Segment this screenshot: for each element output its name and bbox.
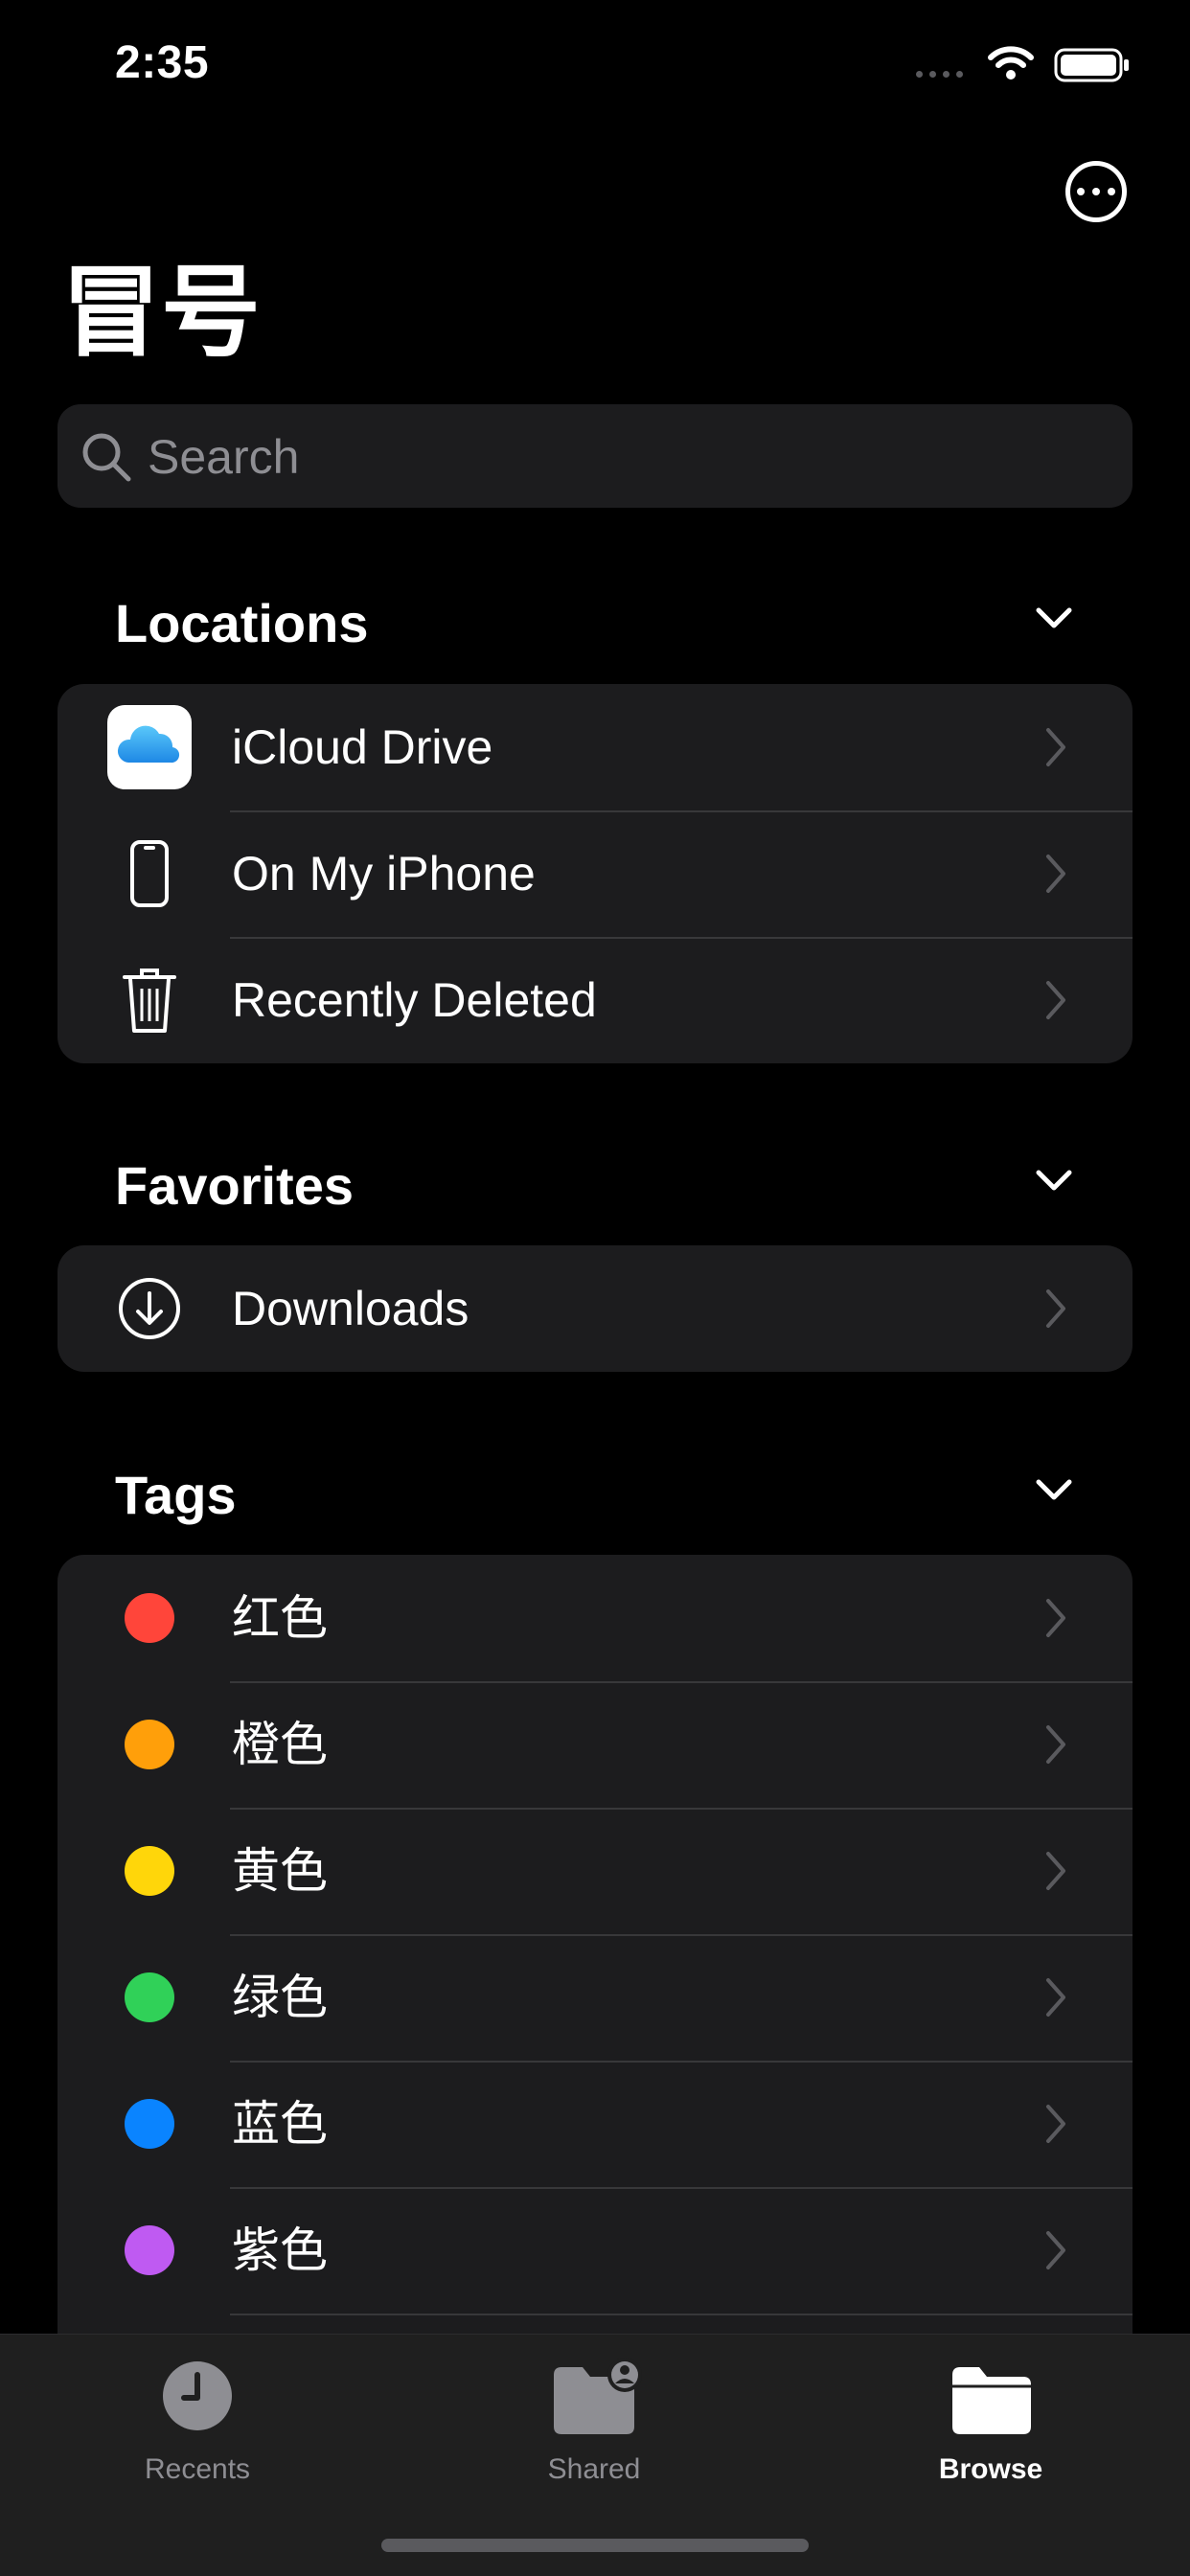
search-icon (82, 433, 131, 482)
tag-color-dot-icon (125, 2099, 174, 2149)
tab-shared[interactable]: Shared (450, 2358, 738, 2501)
battery-icon (1054, 48, 1129, 82)
chevron-right-icon (1046, 855, 1065, 893)
section-title-tags: Tags (115, 1465, 237, 1525)
tags-list: 红色 橙色 黄色 绿色 蓝色 紫色 (57, 1555, 1133, 2340)
list-item-label: Downloads (232, 1282, 469, 1335)
chevron-right-icon (1046, 981, 1065, 1019)
list-item-label: 橙色 (232, 1718, 328, 1771)
tag-color-dot-icon (125, 2225, 174, 2275)
clock-icon (163, 2361, 232, 2430)
list-item-label: Recently Deleted (232, 973, 597, 1027)
shared-folder-icon (554, 2358, 642, 2434)
chevron-down-icon[interactable] (1033, 1166, 1075, 1195)
list-item-tag-red[interactable]: 红色 (57, 1555, 1133, 1681)
status-time: 2:35 (115, 37, 210, 88)
section-header-tags[interactable]: Tags (115, 1447, 1073, 1533)
tab-recents[interactable]: Recents (54, 2358, 341, 2501)
chevron-down-icon[interactable] (1033, 604, 1075, 632)
list-item-label: On My iPhone (232, 847, 536, 900)
icloud-icon (107, 705, 192, 789)
search-bar[interactable] (57, 404, 1133, 510)
trash-icon (107, 958, 192, 1042)
chevron-right-icon (1046, 1725, 1065, 1764)
cellular-signal-icon (916, 71, 963, 78)
tag-color-dot-icon (125, 1972, 174, 2022)
home-indicator[interactable] (381, 2539, 809, 2552)
chevron-right-icon (1046, 1289, 1065, 1328)
list-item-tag-yellow[interactable]: 黄色 (57, 1808, 1133, 1934)
list-item-tag-orange[interactable]: 橙色 (57, 1681, 1133, 1808)
list-item-on-my-iphone[interactable]: On My iPhone (57, 810, 1133, 937)
favorites-list: Downloads (57, 1245, 1133, 1372)
search-input[interactable] (146, 404, 1088, 510)
list-item-label: iCloud Drive (232, 720, 493, 774)
chevron-down-icon[interactable] (1033, 1475, 1075, 1504)
list-item-label: 绿色 (232, 1971, 328, 2024)
section-title-favorites: Favorites (115, 1155, 354, 1216)
chevron-right-icon (1046, 1852, 1065, 1890)
section-header-locations[interactable]: Locations (115, 575, 1073, 661)
tab-label: Browse (938, 2453, 1043, 2485)
tab-browse[interactable]: Browse (847, 2358, 1134, 2501)
page-title: 冒号 (61, 258, 262, 369)
section-header-favorites[interactable]: Favorites (115, 1137, 1073, 1223)
section-title-locations: Locations (115, 593, 369, 653)
ellipsis-icon (1077, 188, 1085, 195)
chevron-right-icon (1046, 1599, 1065, 1637)
list-item-label: 红色 (232, 1591, 328, 1645)
wifi-icon (988, 46, 1034, 80)
tag-color-dot-icon (125, 1720, 174, 1769)
status-bar: 2:35 (0, 0, 1190, 134)
more-options-button[interactable] (1065, 161, 1127, 222)
chevron-right-icon (1046, 728, 1065, 766)
list-item-recently-deleted[interactable]: Recently Deleted (57, 937, 1133, 1063)
locations-list: iCloud Drive On My iPhone Recently Delet… (57, 684, 1133, 1063)
iphone-icon (107, 832, 192, 916)
list-item-tag-green[interactable]: 绿色 (57, 1934, 1133, 2061)
list-item-label: 黄色 (232, 1844, 328, 1898)
list-item-label: 蓝色 (232, 2097, 328, 2151)
tab-label: Recents (144, 2453, 251, 2485)
list-item-icloud-drive[interactable]: iCloud Drive (57, 684, 1133, 810)
tag-color-dot-icon (125, 1846, 174, 1896)
folder-icon (952, 2367, 1031, 2434)
chevron-right-icon (1046, 1978, 1065, 2017)
tag-color-dot-icon (125, 1593, 174, 1643)
chevron-right-icon (1046, 2231, 1065, 2269)
tab-label: Shared (547, 2453, 641, 2485)
download-icon (107, 1266, 192, 1351)
list-item-downloads[interactable]: Downloads (57, 1245, 1133, 1372)
list-item-tag-blue[interactable]: 蓝色 (57, 2061, 1133, 2187)
list-item-label: 紫色 (232, 2223, 328, 2277)
list-item-tag-purple[interactable]: 紫色 (57, 2187, 1133, 2314)
chevron-right-icon (1046, 2105, 1065, 2143)
